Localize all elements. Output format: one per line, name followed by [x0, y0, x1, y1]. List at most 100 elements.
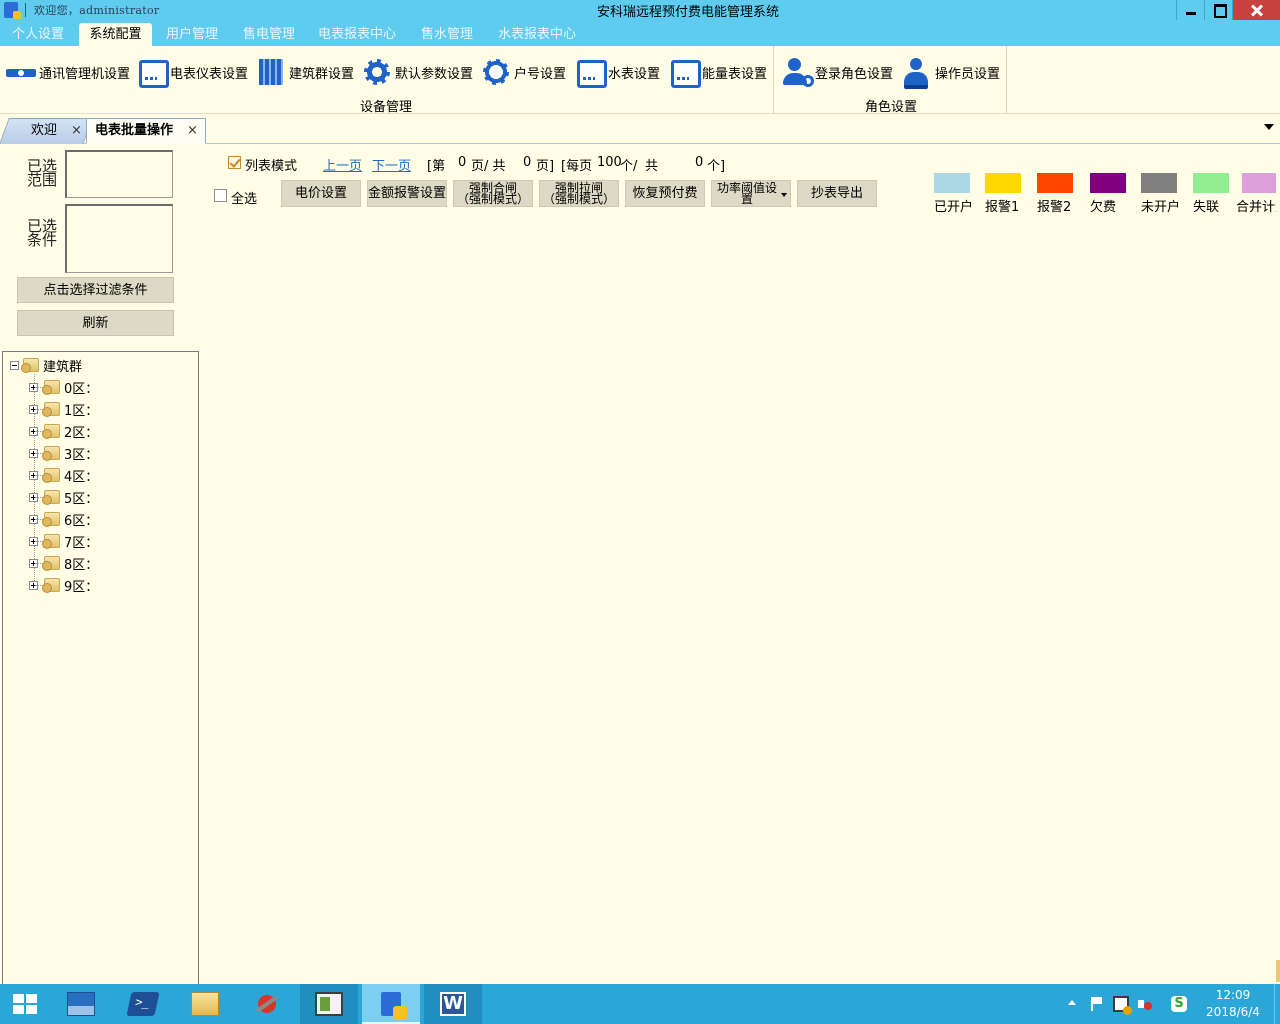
prev-page-link[interactable]: 上一页 [323, 155, 362, 174]
page-info-suffix: 页] [536, 159, 555, 174]
tree-root[interactable]: 建筑群 [10, 355, 82, 375]
prepaid-app-icon [381, 992, 407, 1020]
taskbar-clock[interactable]: 12:09 2018/6/4 [1198, 987, 1268, 1021]
household-number-settings-button[interactable]: 户号设置 [481, 56, 566, 88]
meter-instrument-settings-button[interactable]: 电表仪表设置 [137, 56, 248, 88]
folder-icon [42, 578, 60, 593]
title-bar: 欢迎您，administrator 安科瑞远程预付费电能管理系统 [0, 0, 1280, 20]
window-title: 安科瑞远程预付费电能管理系统 [596, 5, 779, 20]
legend-swatch-alarm1 [985, 173, 1021, 193]
tab-system-config[interactable]: 系统配置 [79, 23, 152, 46]
list-mode-checkbox[interactable] [228, 156, 241, 169]
tab-power-sales[interactable]: 售电管理 [236, 23, 302, 46]
close-icon[interactable]: × [187, 119, 198, 143]
doc-tab-welcome[interactable]: 欢迎 × [0, 118, 93, 144]
collapse-icon[interactable] [10, 360, 19, 370]
meter-screen-icon [137, 57, 169, 88]
tab-water-reports[interactable]: 水表报表中心 [492, 23, 582, 46]
ribbon-label: 通讯管理机设置 [39, 66, 131, 82]
server-manager-icon [67, 992, 95, 1016]
choose-filter-button[interactable]: 点击选择过滤条件 [17, 277, 174, 303]
tray-expand-icon[interactable] [1068, 1000, 1076, 1005]
tab-meter-reports[interactable]: 电表报表中心 [312, 23, 402, 46]
current-page-value: 0 [458, 155, 467, 170]
folder-icon [21, 358, 39, 373]
tree-line [35, 453, 43, 454]
page-info-mid: 页/ 共 [471, 159, 506, 174]
folder-icon [42, 556, 60, 571]
list-mode-label: 列表模式 [245, 159, 298, 174]
tab-user-management[interactable]: 用户管理 [158, 23, 226, 46]
refresh-button[interactable]: 刷新 [17, 310, 174, 336]
per-page-value: 100 [597, 155, 622, 170]
folder-icon [42, 512, 60, 527]
close-icon[interactable]: × [71, 119, 82, 143]
total-prefix: 共 [645, 159, 659, 174]
tree-line [35, 563, 43, 564]
building-icon [256, 57, 286, 87]
comm-manager-settings-button[interactable]: 通讯管理机设置 [6, 56, 130, 88]
user-gear-icon [782, 57, 814, 87]
taskbar-tools[interactable] [238, 984, 296, 1024]
tree-node-label: 8区： [64, 557, 99, 573]
tree-line [35, 519, 43, 520]
folder-icon [42, 446, 60, 461]
price-settings-button[interactable]: 电价设置 [281, 180, 361, 207]
selected-range-box[interactable] [65, 150, 173, 198]
next-page-link[interactable]: 下一页 [372, 155, 411, 174]
taskbar-document-viewer[interactable] [300, 984, 358, 1024]
tab-water-sales[interactable]: 售水管理 [413, 23, 481, 46]
input-method-icon[interactable]: S [1171, 996, 1187, 1012]
close-button[interactable] [1232, 0, 1280, 20]
folder-icon [42, 534, 60, 549]
tree-line [35, 541, 43, 542]
default-params-settings-button[interactable]: 默认参数设置 [362, 56, 473, 88]
building-group-settings-button[interactable]: 建筑群设置 [256, 56, 354, 88]
tree-node-label: 1区： [64, 403, 99, 419]
taskbar-prepaid-app[interactable] [362, 984, 420, 1024]
amount-alarm-settings-button[interactable]: 金额报警设置 [367, 180, 447, 207]
meter-reading-export-button[interactable]: 抄表导出 [797, 180, 877, 207]
taskbar-word[interactable]: W [424, 984, 482, 1024]
tab-list-dropdown-icon[interactable] [1264, 124, 1274, 130]
selected-condition-label: 已选 条件 [27, 219, 57, 248]
gear-icon [362, 57, 392, 87]
folder-icon [42, 402, 60, 417]
tab-personal-settings[interactable]: 个人设置 [4, 23, 72, 46]
power-threshold-settings-dropdown[interactable]: 功率阈值设 置 [711, 180, 791, 207]
restore-button[interactable] [1204, 0, 1232, 20]
document-tabs: 欢迎 × 电表批量操作 × [0, 114, 1280, 144]
network-icon[interactable] [1113, 996, 1132, 1015]
document-viewer-icon [315, 992, 343, 1016]
restore-prepaid-button[interactable]: 恢复预付费 [625, 180, 705, 207]
doc-tab-meter-batch[interactable]: 电表批量操作 × [86, 118, 206, 144]
taskbar-file-explorer[interactable] [176, 984, 234, 1024]
total-pages-value: 0 [523, 155, 532, 170]
legend-swatch-merged [1242, 173, 1276, 193]
operator-settings-button[interactable]: 操作员设置 [902, 56, 1000, 89]
scroll-edge [1276, 960, 1280, 982]
legend-label-arrears: 欠费 [1090, 200, 1117, 215]
taskbar-powershell[interactable] [114, 984, 172, 1024]
minimize-button[interactable] [1176, 0, 1204, 20]
start-button[interactable] [0, 984, 50, 1024]
ribbon-label: 户号设置 [514, 66, 567, 82]
force-close-switch-button[interactable]: 强制合闸 （强制模式） [453, 180, 533, 207]
taskbar-server-manager[interactable] [52, 984, 110, 1024]
volume-muted-icon[interactable] [1137, 996, 1153, 1012]
legend-label-offline: 失联 [1193, 200, 1220, 215]
total-value: 0 [695, 155, 704, 170]
show-desktop-button[interactable] [1274, 984, 1280, 1024]
selected-condition-box[interactable] [65, 204, 173, 273]
action-center-flag-icon[interactable] [1089, 996, 1105, 1012]
energy-meter-settings-button[interactable]: 能量表设置 [669, 56, 767, 88]
doc-tab-label: 欢迎 [31, 123, 58, 138]
login-role-settings-button[interactable]: 登录角色设置 [782, 56, 893, 88]
comm-manager-icon [6, 57, 36, 87]
select-all-checkbox[interactable] [214, 189, 227, 202]
label-line: 范围 [27, 171, 58, 189]
water-meter-settings-button[interactable]: 水表设置 [575, 56, 660, 88]
chevron-down-icon [781, 193, 787, 197]
ribbon-label: 建筑群设置 [289, 66, 355, 82]
force-open-switch-button[interactable]: 强制拉闸 （强制模式） [539, 180, 619, 207]
